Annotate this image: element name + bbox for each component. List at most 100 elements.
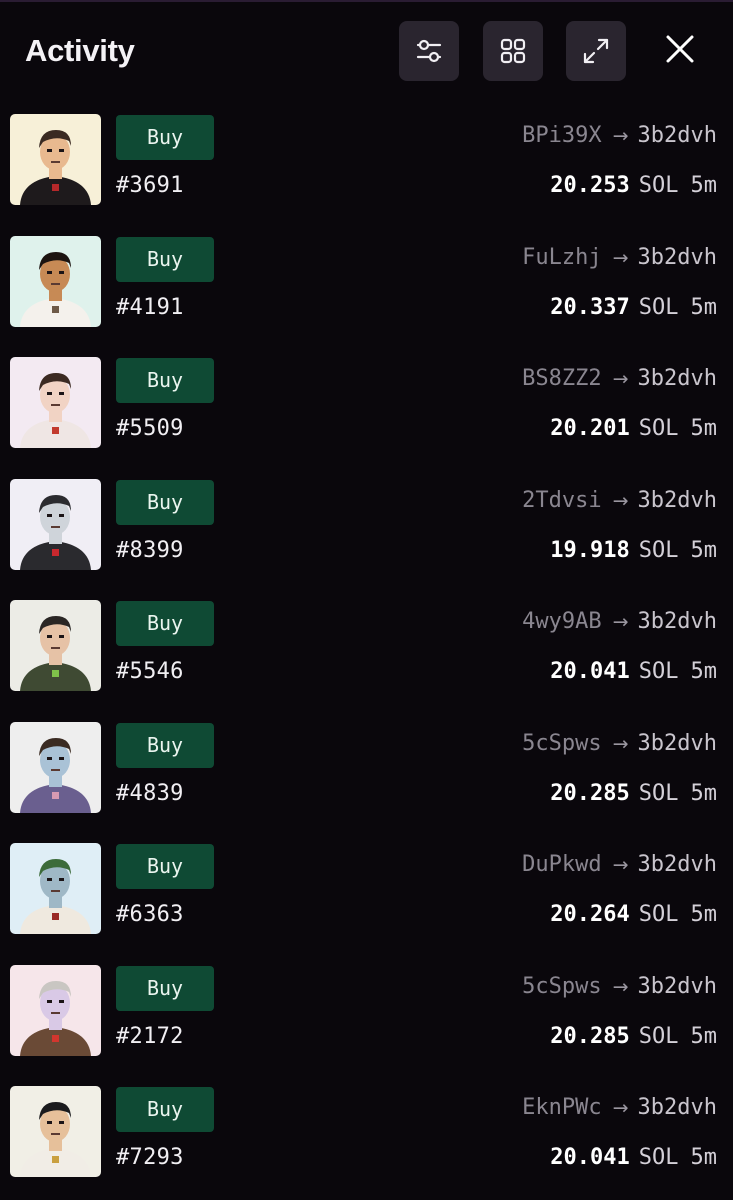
time-ago: 5m [690,294,718,320]
nft-thumbnail[interactable] [10,235,101,327]
price-line: 20.337 SOL 5m [550,290,717,326]
time-ago: 5m [690,1145,718,1170]
to-address[interactable]: 3b2dvh [638,1095,717,1120]
expand-button[interactable] [566,21,626,81]
token-id[interactable]: #3691 [116,168,184,204]
nft-thumbnail[interactable] [10,357,101,448]
currency-label: SOL [638,1145,679,1170]
token-id[interactable]: #4191 [116,290,184,326]
close-button[interactable] [650,21,710,81]
pixel-character-icon [10,235,101,327]
token-id[interactable]: #7293 [116,1140,184,1176]
currency-label: SOL [638,780,679,806]
expand-icon [580,35,612,67]
transfer-addresses: 2Tdvsi → 3b2dvh [522,483,717,519]
grid-view-button[interactable] [483,21,543,81]
time-ago: 5m [690,902,718,927]
to-address[interactable]: 3b2dvh [638,974,717,999]
sale-price: 20.041 [550,1145,630,1170]
buy-badge: Buy [116,358,214,403]
buy-badge: Buy [116,722,214,768]
from-address[interactable]: DuPkwd [522,852,601,877]
activity-row[interactable]: Buy #3691 BPi39X → 3b2dvh 20.253 SOL 5m [0,114,733,214]
sale-price: 20.264 [550,902,630,927]
activity-row[interactable]: Buy #5509 BS8ZZ2 → 3b2dvh 20.201 SOL 5m [0,357,733,457]
activity-row[interactable]: Buy #8399 2Tdvsi → 3b2dvh 19.918 SOL 5m [0,478,733,579]
from-address[interactable]: FuLzhj [522,245,601,270]
sale-price: 20.041 [550,659,630,684]
pixel-character-icon [10,964,101,1056]
to-address[interactable]: 3b2dvh [638,488,717,513]
activity-row[interactable]: Buy #7293 EknPWc → 3b2dvh 20.041 SOL 5m [0,1086,733,1186]
from-address[interactable]: BPi39X [522,123,601,148]
token-id[interactable]: #8399 [116,533,184,569]
pixel-character-icon [10,1086,101,1177]
arrow-right-icon: → [612,854,629,876]
currency-label: SOL [638,294,679,320]
buy-badge: Buy [116,479,214,525]
activity-row[interactable]: Buy #2172 5cSpws → 3b2dvh 20.285 SOL 5m [0,964,733,1065]
sale-price: 19.918 [550,537,630,563]
currency-label: SOL [638,1023,679,1049]
sale-price: 20.285 [550,1023,630,1049]
to-address[interactable]: 3b2dvh [638,245,717,270]
transfer-addresses: 5cSpws → 3b2dvh [522,726,717,762]
arrow-right-icon: → [612,1097,629,1119]
token-id[interactable]: #5546 [116,654,184,690]
activity-row[interactable]: Buy #4191 FuLzhj → 3b2dvh 20.337 SOL 5m [0,235,733,336]
grid-icon [498,36,528,66]
from-address[interactable]: 5cSpws [522,974,601,999]
buy-badge: Buy [116,236,214,282]
from-address[interactable]: 5cSpws [522,731,601,756]
to-address[interactable]: 3b2dvh [638,366,717,391]
price-line: 20.041 SOL 5m [550,1140,717,1176]
nft-thumbnail[interactable] [10,114,101,205]
currency-label: SOL [638,659,679,684]
transfer-addresses: FuLzhj → 3b2dvh [522,240,717,276]
activity-row[interactable]: Buy #4839 5cSpws → 3b2dvh 20.285 SOL 5m [0,721,733,822]
currency-label: SOL [638,537,679,563]
nft-thumbnail[interactable] [10,721,101,813]
nft-thumbnail[interactable] [10,843,101,934]
transfer-addresses: 5cSpws → 3b2dvh [522,969,717,1005]
currency-label: SOL [638,416,679,441]
from-address[interactable]: EknPWc [522,1095,601,1120]
arrow-right-icon: → [612,975,629,998]
to-address[interactable]: 3b2dvh [638,123,717,148]
sliders-icon [414,36,444,66]
arrow-right-icon: → [612,368,629,390]
to-address[interactable]: 3b2dvh [638,609,717,634]
nft-thumbnail[interactable] [10,600,101,691]
token-id[interactable]: #5509 [116,411,184,447]
transfer-addresses: BPi39X → 3b2dvh [522,118,717,154]
price-line: 20.264 SOL 5m [550,897,717,933]
arrow-right-icon: → [612,125,629,147]
transfer-addresses: BS8ZZ2 → 3b2dvh [522,361,717,397]
filter-button[interactable] [399,21,459,81]
transfer-addresses: 4wy9AB → 3b2dvh [522,604,717,640]
nft-thumbnail[interactable] [10,1086,101,1177]
from-address[interactable]: 2Tdvsi [522,488,601,513]
price-line: 20.201 SOL 5m [550,411,717,447]
arrow-right-icon: → [612,611,629,633]
pixel-character-icon [10,478,101,570]
nft-thumbnail[interactable] [10,964,101,1056]
pixel-character-icon [10,357,101,448]
token-id[interactable]: #4839 [116,776,184,812]
to-address[interactable]: 3b2dvh [638,852,717,877]
token-id[interactable]: #2172 [116,1019,184,1055]
currency-label: SOL [638,902,679,927]
token-id[interactable]: #6363 [116,897,184,933]
close-icon [665,34,695,69]
from-address[interactable]: BS8ZZ2 [522,366,601,391]
time-ago: 5m [690,173,718,198]
activity-row[interactable]: Buy #5546 4wy9AB → 3b2dvh 20.041 SOL 5m [0,600,733,700]
price-line: 20.253 SOL 5m [550,168,717,204]
from-address[interactable]: 4wy9AB [522,609,601,634]
time-ago: 5m [690,416,718,441]
nft-thumbnail[interactable] [10,478,101,570]
buy-badge: Buy [116,115,214,160]
to-address[interactable]: 3b2dvh [638,731,717,756]
activity-row[interactable]: Buy #6363 DuPkwd → 3b2dvh 20.264 SOL 5m [0,843,733,943]
pixel-character-icon [10,721,101,813]
